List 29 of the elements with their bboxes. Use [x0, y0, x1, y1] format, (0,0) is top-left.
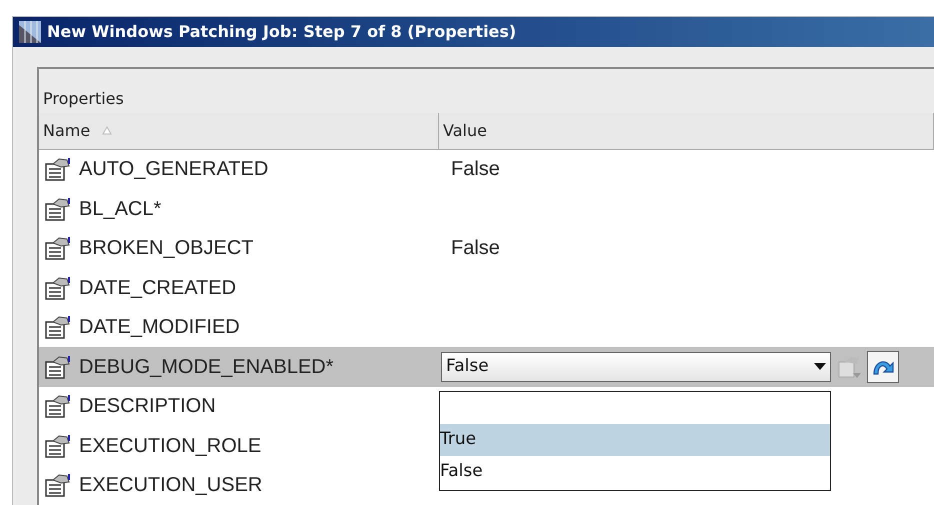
column-header[interactable]: Name — [39, 112, 439, 150]
property-sheet-icon — [45, 157, 71, 182]
property-name: AUTO_GENERATED — [79, 157, 268, 182]
property-name: BL_ACL* — [79, 196, 162, 222]
property-name: DATE_CREATED — [79, 276, 236, 301]
property-value: False — [450, 236, 500, 262]
property-sheet-icon — [45, 473, 71, 498]
dropdown-option[interactable]: True — [440, 424, 830, 456]
property-sheet-icon — [45, 434, 71, 458]
section-header: Properties — [39, 68, 934, 112]
property-sheet-icon — [45, 276, 71, 300]
value-dropdown[interactable]: False — [441, 352, 831, 382]
property-name: EXECUTION_ROLE — [79, 434, 262, 459]
column-header[interactable]: Value — [439, 112, 934, 150]
refresh-button[interactable] — [867, 350, 899, 383]
building-icon — [17, 18, 43, 45]
property-sheet-icon — [45, 354, 71, 379]
property-sheet-icon — [45, 196, 71, 221]
window-title: New Windows Patching Job: Step 7 of 8 (Properties) — [47, 20, 516, 43]
property-name: DATE_MODIFIED — [79, 315, 240, 340]
sort-arrow-icon — [102, 126, 112, 135]
property-name: BROKEN_OBJECT — [79, 236, 254, 262]
property-name: DEBUG_MODE_ENABLED* — [79, 354, 334, 380]
caret-icon — [814, 363, 826, 370]
property-value: False — [450, 157, 500, 182]
property-sheet-icon — [45, 394, 71, 418]
property-sheet-icon — [45, 236, 71, 260]
property-name: DESCRIPTION — [79, 394, 216, 420]
property-sheet-icon — [45, 315, 71, 340]
